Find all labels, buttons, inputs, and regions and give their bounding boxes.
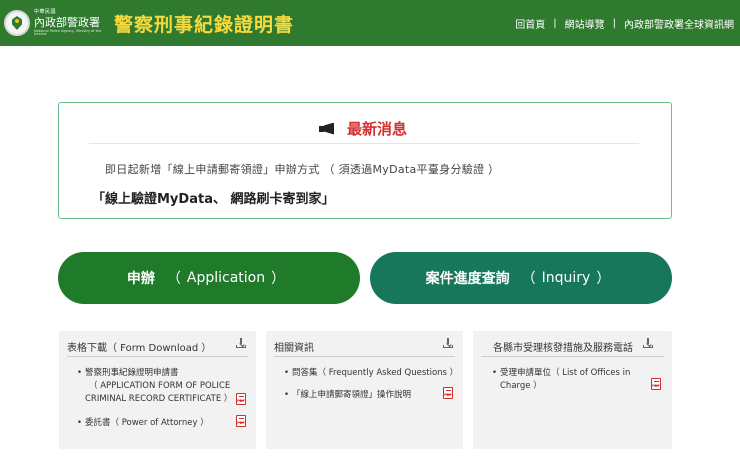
form-download-panel: 表格下載（ Form Download ） • 警察刑事紀錄證明申請書 （ AP…: [59, 331, 256, 449]
related-info-panel: 相關資訊 • 問答集（ Frequently Asked Questions ）…: [266, 331, 463, 449]
logo-line1: 中華民國: [34, 8, 57, 15]
apply-paren-open: （: [166, 271, 181, 287]
pdf-icon[interactable]: [443, 387, 453, 399]
pdf-icon[interactable]: [236, 393, 246, 405]
bullet: •: [77, 368, 83, 378]
seal-logo-icon: [4, 10, 30, 36]
list-item[interactable]: • 問答集（ Frequently Asked Questions ）: [284, 367, 459, 380]
inquiry-button[interactable]: 案件進度查詢 （ Inquiry ）: [370, 252, 672, 304]
download-icon[interactable]: [236, 338, 246, 348]
pdf-icon[interactable]: [651, 378, 661, 390]
download-icon[interactable]: [443, 338, 453, 348]
agency-logo[interactable]: 中華民國 內政部警政署 National Police Agency, Mini…: [4, 6, 104, 40]
download-icon[interactable]: [643, 338, 653, 348]
panel-divider: [67, 356, 248, 357]
panel-title: 各縣市受理核發措施及服務電話: [493, 343, 633, 354]
logo-line2: 內政部警政署: [34, 15, 100, 29]
list-item[interactable]: • 受理申請單位（ List of Offices in Charge ）: [492, 367, 631, 393]
pdf-icon[interactable]: [236, 415, 246, 427]
megaphone-icon: [319, 123, 337, 135]
offices-panel: 各縣市受理核發措施及服務電話 • 受理申請單位（ List of Offices…: [473, 331, 672, 449]
item-text: 受理申請單位（ List of Offices in: [500, 368, 631, 378]
bullet: •: [284, 390, 290, 400]
list-item[interactable]: • 警察刑事紀錄證明申請書 （ APPLICATION FORM OF POLI…: [77, 367, 233, 406]
bullet: •: [492, 368, 498, 378]
panel-title: 表格下載（ Form Download ）: [67, 343, 212, 354]
panel-title: 相關資訊: [274, 343, 314, 354]
item-text-cont: Charge ）: [500, 381, 542, 391]
inquiry-paren-close: ）: [596, 271, 611, 287]
list-item[interactable]: • 「線上申請郵寄領證」操作說明: [284, 389, 412, 402]
list-item[interactable]: • 委託書（ Power of Attorney ）: [77, 417, 209, 430]
nav-home-link[interactable]: 回首頁: [515, 16, 545, 31]
nav-sitemap-link[interactable]: 網站導覽: [565, 16, 605, 31]
logo-english: National Police Agency, Ministry of the …: [34, 28, 102, 36]
bullet: •: [284, 368, 290, 378]
news-text[interactable]: 即日起新增「線上申請郵寄領證」申辦方式 （ 須透過MyData平臺身分驗證 ）: [105, 161, 499, 177]
news-heading: 最新消息: [319, 118, 407, 139]
apply-paren-close: ）: [271, 271, 286, 287]
inquiry-button-english: Inquiry: [541, 270, 591, 286]
item-text-en1: （ APPLICATION FORM OF POLICE: [89, 381, 231, 391]
nav-separator: |: [553, 18, 557, 29]
logo-text: 中華民國 內政部警政署 National Police Agency, Mini…: [34, 8, 104, 37]
item-text: 委託書（ Power of Attorney ）: [85, 418, 209, 428]
nav-npa-website-link[interactable]: 內政部警政署全球資訊網: [624, 16, 734, 31]
panel-divider: [274, 356, 455, 357]
site-header: 中華民國 內政部警政署 National Police Agency, Mini…: [0, 0, 740, 46]
inquiry-paren-open: （: [521, 271, 536, 287]
inquiry-button-label: 案件進度查詢: [425, 271, 510, 287]
bullet: •: [77, 418, 83, 428]
apply-button-english: Application: [186, 270, 266, 286]
news-box: 最新消息 即日起新增「線上申請郵寄領證」申辦方式 （ 須透過MyData平臺身分…: [58, 102, 672, 219]
apply-button-label: 申辦: [126, 271, 155, 287]
panel-divider: [481, 356, 664, 357]
news-highlight: 「線上驗證MyData、 網路刷卡寄到家」: [92, 192, 335, 207]
item-text: 警察刑事紀錄證明申請書: [85, 368, 179, 378]
apply-button[interactable]: 申辦 （ Application ）: [58, 252, 360, 304]
item-text: 「線上申請郵寄領證」操作說明: [292, 390, 412, 400]
nav-separator: |: [612, 18, 616, 29]
site-title: 警察刑事紀錄證明書: [114, 14, 295, 36]
item-text: 問答集（ Frequently Asked Questions ）: [292, 368, 459, 378]
news-divider: [89, 143, 639, 144]
top-nav: 回首頁 | 網站導覽 | 內政部警政署全球資訊網: [515, 16, 734, 31]
item-text-en2: CRIMINAL RECORD CERTIFICATE ）: [85, 394, 233, 404]
news-title: 最新消息: [347, 120, 408, 138]
